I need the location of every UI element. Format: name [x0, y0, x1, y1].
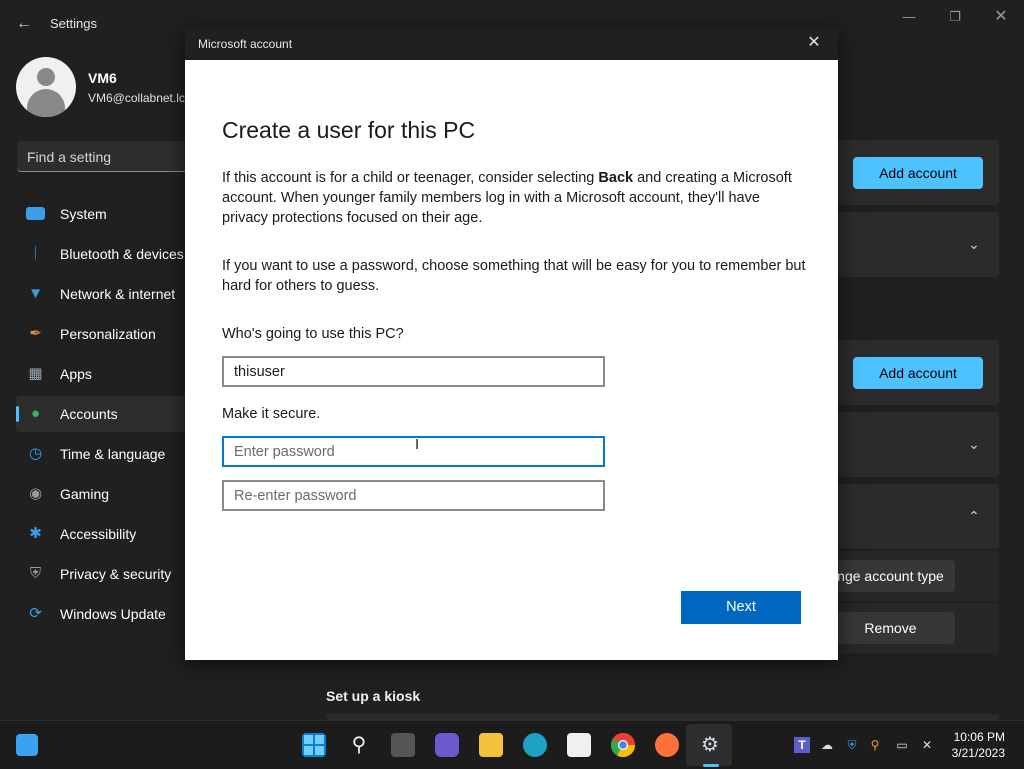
date: 3/21/2023 — [951, 746, 1005, 760]
kiosk-heading: Set up a kiosk — [326, 688, 421, 704]
onedrive-icon[interactable]: ☁ — [819, 737, 835, 753]
chevron-down-icon[interactable]: ⌄ — [964, 236, 984, 253]
active-indicator — [16, 406, 19, 422]
microsoft-account-dialog: Microsoft account ✕ Create a user for th… — [185, 27, 838, 660]
paragraph-text: If this account is for a child or teenag… — [222, 170, 599, 186]
chat-icon[interactable] — [435, 733, 459, 757]
maximize-icon[interactable]: ❐ — [940, 8, 970, 26]
sidebar-item-label: Personalization — [60, 326, 156, 342]
username-field[interactable] — [222, 356, 605, 387]
chevron-down-icon[interactable]: ⌄ — [964, 436, 984, 453]
clock-globe-icon: ◷ — [28, 445, 43, 462]
taskbar: ⚲ ⚙ T ☁ ⛨ ⚲ ▭ ✕ 10:06 PM 3/21/2023 — [0, 720, 1024, 769]
add-account-button[interactable]: Add account — [853, 157, 983, 189]
sidebar-item-label: Apps — [60, 366, 92, 382]
search-placeholder: Find a setting — [27, 149, 112, 165]
firefox-icon[interactable] — [655, 733, 679, 757]
next-button[interactable]: Next — [681, 591, 801, 624]
paintbrush-icon: ✒ — [29, 325, 42, 342]
accessibility-icon: ✱ — [29, 525, 42, 542]
key-icon[interactable]: ⚲ — [867, 737, 883, 753]
task-view-icon[interactable] — [391, 733, 415, 757]
text-cursor-icon: I — [415, 436, 420, 453]
show-desktop-widget-icon[interactable] — [16, 734, 38, 756]
dialog-title: Microsoft account — [198, 37, 293, 51]
file-explorer-icon[interactable] — [479, 733, 503, 757]
defender-shield-icon[interactable]: ⛨ — [844, 737, 860, 753]
remove-button[interactable]: Remove — [826, 612, 955, 644]
add-other-user-button[interactable]: Add account — [853, 357, 983, 389]
teams-icon[interactable]: T — [794, 737, 810, 753]
child-account-paragraph: If this account is for a child or teenag… — [222, 168, 807, 228]
active-app-indicator — [703, 764, 719, 767]
user-name: VM6 — [88, 70, 117, 86]
reenter-password-field[interactable] — [222, 480, 605, 511]
clock[interactable]: 10:06 PM 3/21/2023 — [945, 729, 1005, 761]
edge-icon[interactable] — [523, 733, 547, 757]
avatar[interactable] — [16, 57, 76, 117]
sidebar-item-label: Time & language — [60, 446, 166, 462]
bluetooth-icon: ᛁ — [30, 245, 40, 262]
store-icon[interactable] — [567, 733, 591, 757]
volume-muted-icon[interactable]: ✕ — [919, 737, 935, 753]
dialog-heading: Create a user for this PC — [222, 117, 476, 143]
sidebar-item-label: System — [60, 206, 107, 222]
sidebar-item-label: Privacy & security — [60, 566, 172, 582]
sidebar-item-label: Network & internet — [60, 286, 176, 302]
close-icon[interactable]: ✕ — [804, 33, 824, 53]
shield-icon: ⛨ — [29, 565, 42, 582]
search-icon[interactable]: ⚲ — [347, 733, 371, 757]
sidebar-item-label: Windows Update — [60, 606, 166, 622]
apps-icon: ▦ — [28, 365, 43, 382]
window-title: Settings — [50, 16, 97, 31]
dialog-titlebar: Microsoft account ✕ — [185, 27, 838, 60]
change-account-type-button[interactable]: nge account type — [826, 560, 955, 592]
sidebar-item-label: Gaming — [60, 486, 110, 502]
password-field[interactable] — [222, 436, 605, 467]
who-label: Who's going to use this PC? — [222, 326, 404, 342]
sidebar-item-label: Bluetooth & devices — [60, 246, 184, 262]
secure-label: Make it secure. — [222, 406, 321, 422]
password-paragraph: If you want to use a password, choose so… — [222, 258, 806, 294]
sidebar-item-label: Accessibility — [60, 526, 137, 542]
gamepad-icon: ◉ — [28, 485, 43, 502]
start-icon[interactable] — [302, 733, 326, 757]
refresh-icon: ⟳ — [29, 605, 42, 622]
user-email: VM6@collabnet.lc — [88, 91, 185, 105]
person-icon: ● — [30, 405, 41, 422]
settings-icon[interactable]: ⚙ — [698, 733, 722, 757]
chrome-icon[interactable] — [611, 733, 635, 758]
chevron-up-icon[interactable]: ⌃ — [964, 508, 984, 525]
network-icon[interactable]: ▭ — [894, 737, 910, 753]
back-emphasis: Back — [598, 170, 634, 186]
monitor-icon — [26, 207, 45, 220]
minimize-icon[interactable]: — — [894, 8, 924, 26]
wifi-icon: ▼ — [28, 285, 43, 302]
sidebar-item-label: Accounts — [60, 406, 118, 422]
back-arrow-icon[interactable]: ← — [14, 14, 34, 34]
time: 10:06 PM — [953, 730, 1005, 744]
close-window-icon[interactable]: ✕ — [986, 8, 1016, 26]
